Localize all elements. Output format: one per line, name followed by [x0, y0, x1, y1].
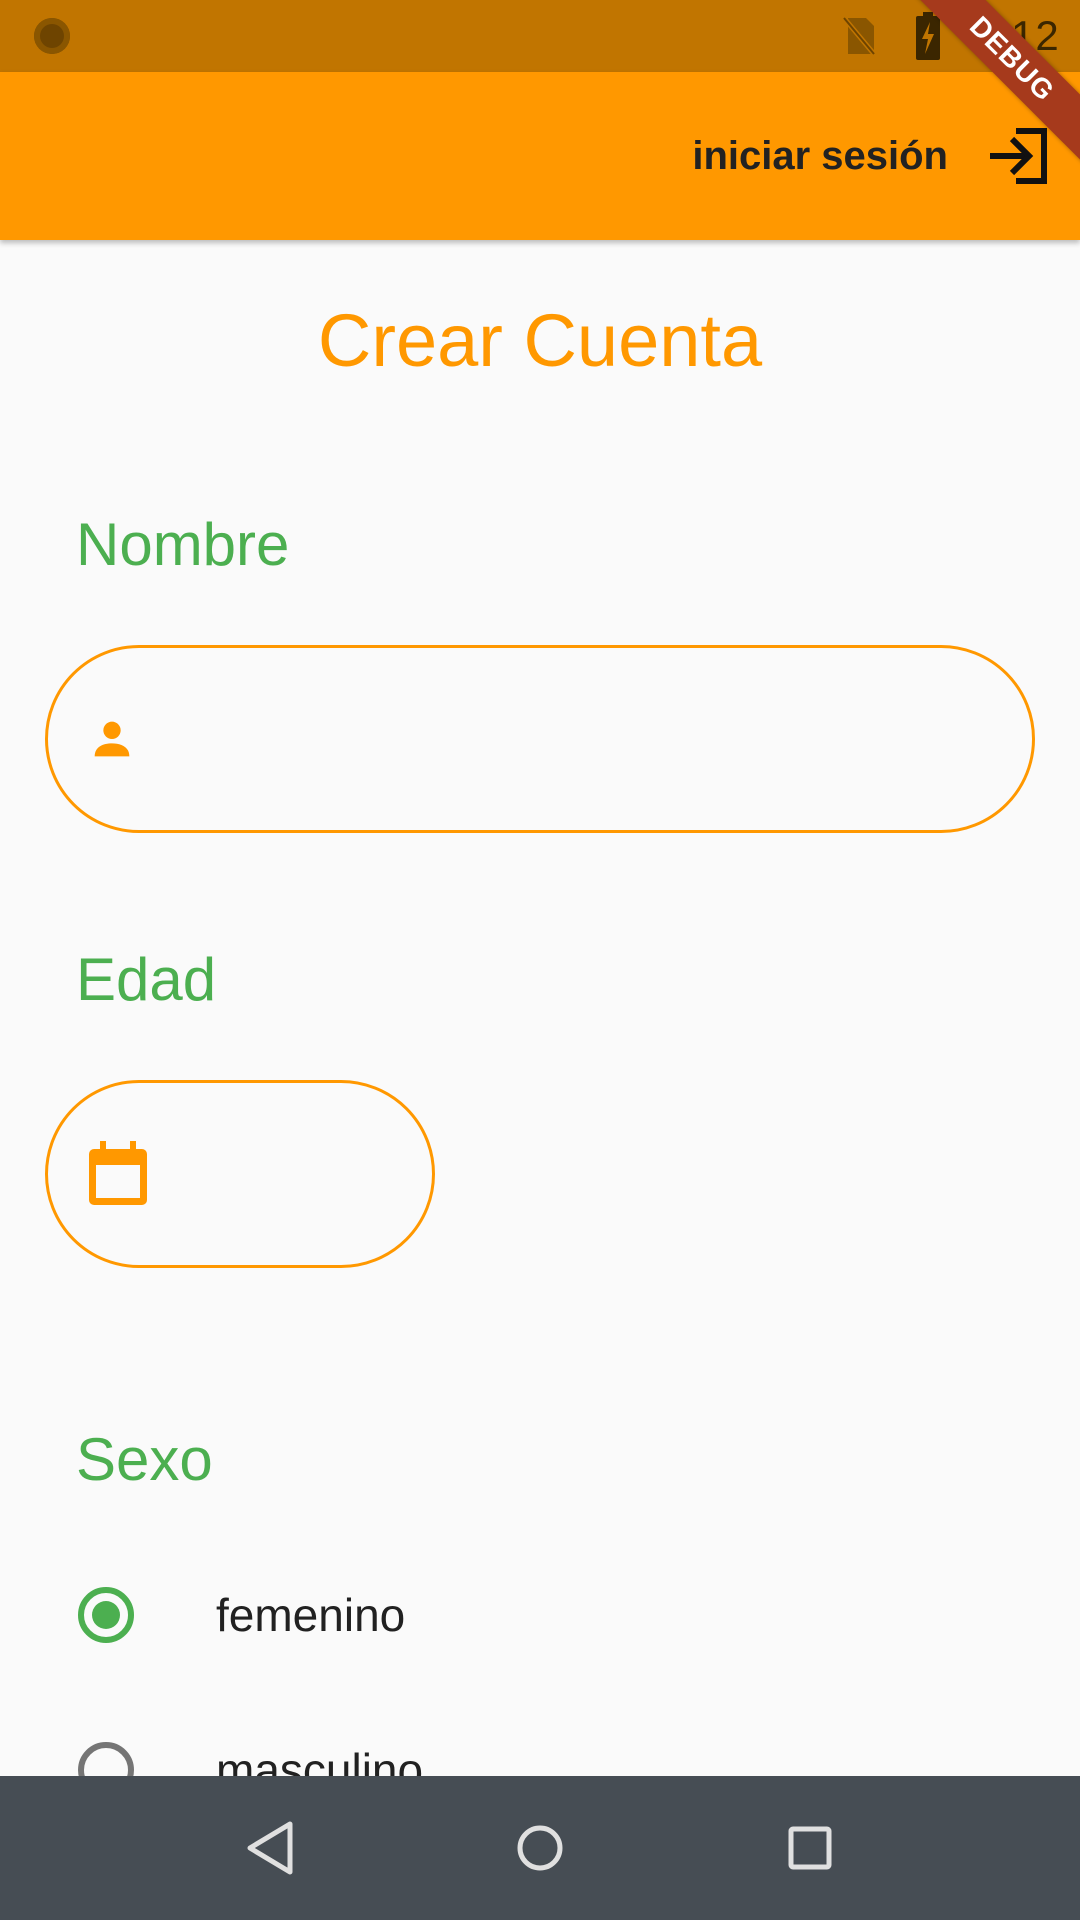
login-icon	[990, 128, 1047, 184]
no-sim-icon	[842, 16, 876, 56]
edad-label: Edad	[76, 946, 217, 1013]
recents-icon[interactable]	[778, 1816, 842, 1880]
app-bar: iniciar sesión	[0, 72, 1080, 240]
radio-label-femenino: femenino	[216, 1589, 406, 1641]
navigation-bar	[0, 1776, 1080, 1920]
login-button[interactable]: iniciar sesión	[692, 124, 1050, 188]
radio-checked-icon[interactable]	[78, 1587, 134, 1643]
home-icon[interactable]	[508, 1816, 572, 1880]
person-icon	[94, 721, 130, 757]
login-label: iniciar sesión	[692, 133, 948, 178]
nombre-label: Nombre	[76, 511, 290, 578]
nombre-input[interactable]	[45, 645, 1035, 833]
status-bar: 2:12	[0, 0, 1080, 72]
back-icon[interactable]	[238, 1816, 302, 1880]
loading-indicator-icon	[34, 18, 70, 54]
edad-input[interactable]	[45, 1080, 435, 1268]
battery-charging-icon	[916, 12, 940, 60]
calendar-icon	[89, 1141, 147, 1205]
sexo-label: Sexo	[76, 1426, 213, 1493]
screen: 2:12 DEBUG iniciar sesión Crear Cuenta N…	[0, 0, 1080, 1920]
page-title: Crear Cuenta	[317, 299, 763, 382]
radio-option-femenino[interactable]: femenino	[78, 1580, 405, 1650]
